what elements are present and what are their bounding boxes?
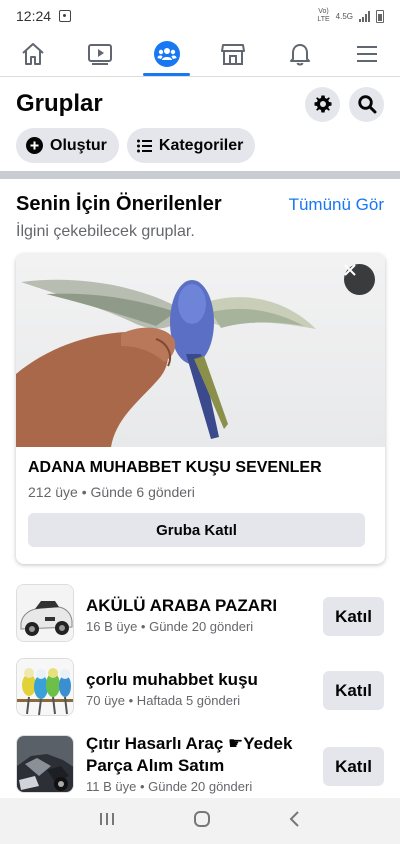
create-group-button[interactable]: Oluştur xyxy=(16,128,119,163)
status-time: 12:24 xyxy=(16,8,52,24)
home-icon xyxy=(22,43,44,65)
list-item[interactable]: çorlu muhabbet kuşu 70 üye • Haftada 5 g… xyxy=(16,658,384,718)
tab-home[interactable] xyxy=(0,32,67,76)
group-name: AKÜLÜ ARABA PAZARI xyxy=(86,596,278,615)
notification-icon xyxy=(59,10,72,22)
group-text: Çıtır Hasarlı Araç ☛Yedek Parça Alım Sat… xyxy=(86,733,311,794)
system-navigation-bar xyxy=(0,798,400,844)
header-actions xyxy=(305,86,384,122)
damaged-car-photo xyxy=(17,736,73,792)
section-divider xyxy=(0,171,400,179)
parakeet-photo xyxy=(16,279,316,447)
tab-menu[interactable] xyxy=(333,32,400,76)
dismiss-button[interactable] xyxy=(344,264,375,295)
search-button[interactable] xyxy=(349,86,384,122)
parakeets-photo xyxy=(17,659,73,715)
group-thumbnail xyxy=(16,584,74,642)
list-item[interactable]: AKÜLÜ ARABA PAZARI 16 B üye • Günde 20 g… xyxy=(16,584,384,644)
join-button[interactable]: Katıl xyxy=(323,747,384,786)
group-thumbnail xyxy=(16,658,74,716)
data-type-indicator: 4.5G xyxy=(335,11,353,21)
group-text: AKÜLÜ ARABA PAZARI 16 B üye • Günde 20 g… xyxy=(86,595,311,634)
search-icon xyxy=(357,95,376,114)
bell-icon xyxy=(290,44,311,66)
volte-label: Vo) xyxy=(318,8,329,15)
group-actions: Oluştur Kategoriler xyxy=(16,128,256,163)
groups-icon xyxy=(153,41,180,67)
featured-group-meta: 212 üye • Günde 6 gönderi xyxy=(28,484,195,500)
signal-icon xyxy=(359,10,370,22)
suggested-subtitle: İlgini çekebilecek gruplar. xyxy=(16,223,195,240)
featured-group-cover xyxy=(16,254,385,447)
menu-icon xyxy=(356,46,377,62)
categories-label: Kategoriler xyxy=(158,136,244,154)
close-icon xyxy=(344,264,356,276)
recents-icon xyxy=(100,812,115,825)
marketplace-icon xyxy=(221,44,246,65)
settings-button[interactable] xyxy=(305,86,340,122)
create-group-label: Oluştur xyxy=(50,136,107,154)
group-meta: 16 B üye • Günde 20 gönderi xyxy=(86,619,254,634)
recent-apps-button[interactable] xyxy=(98,811,116,832)
home-circle-icon xyxy=(193,810,210,827)
tab-groups[interactable] xyxy=(133,32,200,76)
featured-group-card[interactable]: ADANA MUHABBET KUŞU SEVENLER 212 üye • G… xyxy=(16,254,385,564)
battery-icon xyxy=(376,9,384,23)
group-meta: 70 üye • Haftada 5 gönderi xyxy=(86,693,241,708)
suggested-title: Senin İçin Önerilenler xyxy=(16,193,222,215)
status-indicators: Vo) LTE 4.5G xyxy=(317,8,384,24)
group-thumbnail xyxy=(16,735,74,793)
video-icon xyxy=(88,44,112,65)
join-button[interactable]: Katıl xyxy=(323,671,384,710)
featured-group-name: ADANA MUHABBET KUŞU SEVENLER xyxy=(28,459,322,476)
group-meta: 11 B üye • Günde 20 gönderi xyxy=(86,779,253,794)
lte-label: LTE xyxy=(317,16,330,23)
top-navigation xyxy=(0,32,400,77)
gear-icon xyxy=(314,95,331,113)
page-title: Gruplar xyxy=(16,90,103,117)
tab-marketplace[interactable] xyxy=(200,32,267,76)
plus-circle-icon xyxy=(26,137,43,154)
categories-button[interactable]: Kategoriler xyxy=(126,128,256,163)
group-text: çorlu muhabbet kuşu 70 üye • Haftada 5 g… xyxy=(86,669,311,708)
status-bar: 12:24 Vo) LTE 4.5G xyxy=(0,0,400,32)
page-header: Gruplar xyxy=(16,82,384,126)
tab-notifications[interactable] xyxy=(267,32,334,76)
group-name: Çıtır Hasarlı Araç ☛Yedek Parça Alım Sat… xyxy=(86,734,293,775)
back-button[interactable] xyxy=(288,810,302,833)
suggested-header: Senin İçin Önerilenler Tümünü Gör xyxy=(16,193,384,216)
tab-video[interactable] xyxy=(67,32,134,76)
list-item[interactable]: Çıtır Hasarlı Araç ☛Yedek Parça Alım Sat… xyxy=(16,733,384,799)
ride-on-car-photo xyxy=(17,585,73,641)
volte-indicator: Vo) LTE xyxy=(317,8,329,24)
list-icon xyxy=(136,139,152,152)
home-system-button[interactable] xyxy=(193,810,211,833)
join-group-button[interactable]: Gruba Katıl xyxy=(28,513,365,547)
group-name: çorlu muhabbet kuşu xyxy=(86,670,258,689)
back-icon xyxy=(289,810,299,827)
join-button[interactable]: Katıl xyxy=(323,597,384,636)
see-all-link[interactable]: Tümünü Gör xyxy=(289,195,384,215)
